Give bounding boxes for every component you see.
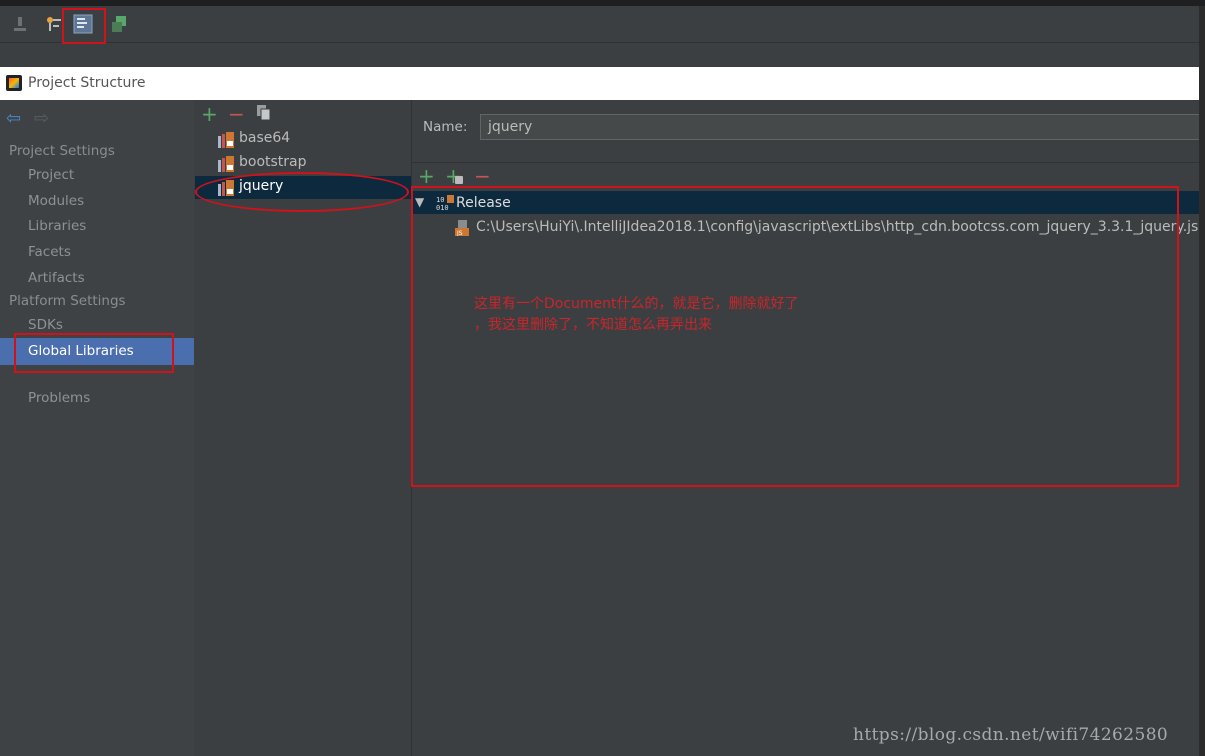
intellij-app-icon: [6, 75, 22, 91]
library-label: bootstrap: [239, 154, 307, 170]
attach-badge-icon: [455, 176, 463, 184]
dialog-title: Project Structure: [28, 75, 146, 91]
structure-tool-icon[interactable]: [44, 14, 64, 34]
sidebar-header-project-settings: Project Settings: [9, 143, 115, 159]
dialog-title-bar: [0, 67, 1199, 100]
copy-icon[interactable]: [257, 105, 271, 121]
window-right-border: [1199, 6, 1205, 756]
sidebar-item-project[interactable]: Project: [28, 167, 74, 183]
remove-root-icon[interactable]: −: [474, 164, 491, 188]
ide-toolbar: [0, 6, 1205, 42]
download-icon[interactable]: [10, 14, 30, 34]
annotation-box-global-libraries: [14, 333, 174, 373]
watermark: https://blog.csdn.net/wifi74262580: [853, 725, 1169, 745]
name-field-label: Name:: [423, 119, 468, 135]
vcs-icon[interactable]: [109, 14, 129, 34]
sidebar-item-facets[interactable]: Facets: [28, 244, 71, 260]
sidebar-item-libraries[interactable]: Libraries: [28, 218, 86, 234]
js-library-icon: [218, 132, 234, 148]
sidebar-item-problems[interactable]: Problems: [28, 390, 90, 406]
library-label: base64: [239, 130, 291, 146]
toolbar-spacer: [0, 43, 1205, 67]
annotation-box-detail: [411, 186, 1179, 487]
sidebar-item-modules[interactable]: Modules: [28, 193, 84, 209]
back-arrow-icon[interactable]: ⇦: [6, 108, 21, 129]
library-name-input[interactable]: jquery: [480, 114, 1199, 140]
add-library-icon[interactable]: +: [201, 102, 218, 126]
add-root-icon[interactable]: +: [418, 164, 435, 188]
sidebar-item-artifacts[interactable]: Artifacts: [28, 270, 85, 286]
annotation-box-toolbar: [62, 8, 106, 44]
remove-library-icon[interactable]: −: [228, 102, 245, 126]
forward-arrow-icon[interactable]: ⇨: [34, 108, 49, 129]
annotation-ellipse-jquery: [195, 172, 409, 212]
js-library-icon: [218, 156, 234, 172]
sidebar-item-sdks[interactable]: SDKs: [28, 317, 63, 333]
detail-divider: [412, 162, 1199, 163]
sidebar-header-platform-settings: Platform Settings: [9, 293, 126, 309]
